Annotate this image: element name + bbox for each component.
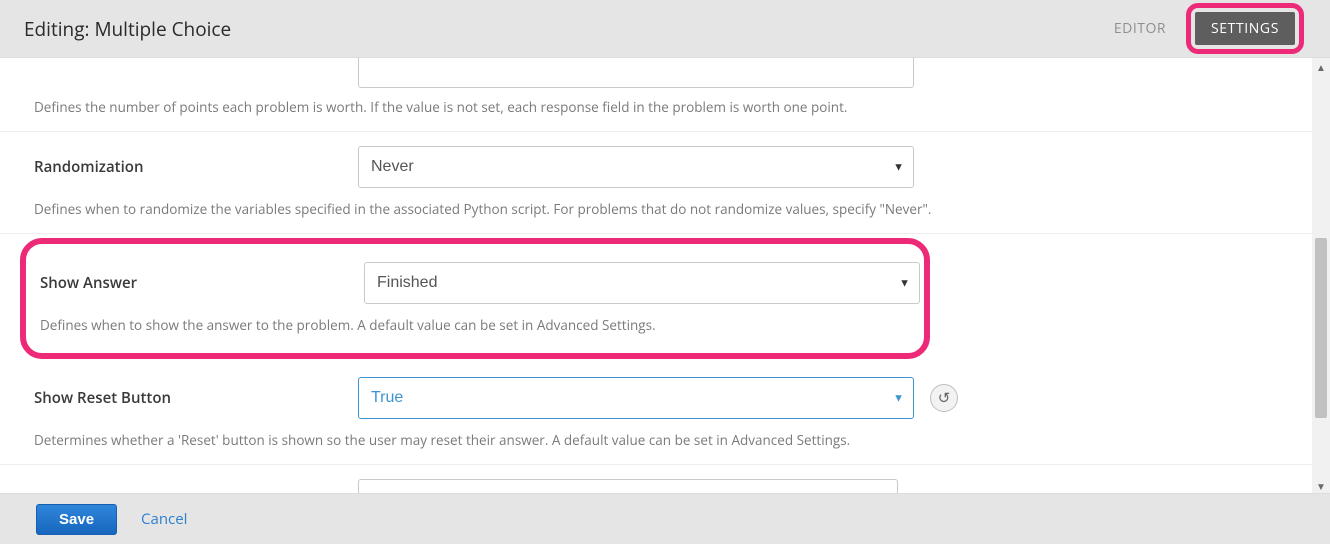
next-input-partial[interactable] bbox=[358, 479, 898, 493]
scrollbar-thumb[interactable] bbox=[1315, 238, 1327, 418]
save-button[interactable]: Save bbox=[36, 504, 117, 535]
problem-weight-input[interactable] bbox=[358, 58, 914, 88]
show-answer-select-wrap: Finished ▼ bbox=[364, 262, 920, 304]
show-reset-select[interactable]: True bbox=[358, 377, 914, 419]
randomization-help: Defines when to randomize the variables … bbox=[34, 200, 1298, 219]
randomization-label: Randomization bbox=[34, 157, 358, 177]
show-answer-label: Show Answer bbox=[40, 273, 364, 293]
tab-group: EDITOR SETTINGS bbox=[1114, 3, 1308, 54]
setting-next-partial bbox=[0, 465, 1312, 493]
highlight-show-answer: Show Answer Finished ▼ Defines when to s… bbox=[20, 238, 930, 359]
scrollbar-vertical[interactable]: ▲ ▼ bbox=[1312, 58, 1330, 493]
setting-show-answer: Show Answer Finished ▼ Defines when to s… bbox=[0, 238, 1312, 359]
bottom-bar: Save Cancel bbox=[0, 493, 1330, 544]
setting-show-reset: Show Reset Button True ▼ ↺ Determines wh… bbox=[0, 363, 1312, 465]
scroll-up-icon[interactable]: ▲ bbox=[1315, 60, 1327, 72]
tab-settings[interactable]: SETTINGS bbox=[1195, 12, 1295, 45]
setting-randomization: Randomization Never ▼ Defines when to ra… bbox=[0, 132, 1312, 234]
undo-icon: ↺ bbox=[938, 388, 951, 408]
show-answer-select[interactable]: Finished bbox=[364, 262, 920, 304]
randomization-select[interactable]: Never bbox=[358, 146, 914, 188]
problem-weight-help: Defines the number of points each proble… bbox=[34, 98, 1298, 117]
show-reset-select-wrap: True ▼ bbox=[358, 377, 914, 419]
highlight-settings-tab: SETTINGS bbox=[1186, 3, 1304, 54]
show-reset-help: Determines whether a 'Reset' button is s… bbox=[34, 431, 1298, 450]
show-reset-label: Show Reset Button bbox=[34, 388, 358, 408]
tab-editor[interactable]: EDITOR bbox=[1114, 19, 1166, 38]
top-bar: Editing: Multiple Choice EDITOR SETTINGS bbox=[0, 0, 1330, 57]
content-area: Defines the number of points each proble… bbox=[0, 57, 1330, 493]
scroll-down-icon[interactable]: ▼ bbox=[1315, 479, 1327, 491]
setting-problem-weight: Defines the number of points each proble… bbox=[0, 58, 1312, 132]
settings-list: Defines the number of points each proble… bbox=[0, 58, 1312, 493]
randomization-select-wrap: Never ▼ bbox=[358, 146, 914, 188]
settings-panel: Defines the number of points each proble… bbox=[0, 58, 1312, 493]
page-title: Editing: Multiple Choice bbox=[24, 16, 231, 42]
cancel-button[interactable]: Cancel bbox=[141, 509, 187, 529]
reset-to-default-button[interactable]: ↺ bbox=[930, 384, 958, 412]
show-answer-help: Defines when to show the answer to the p… bbox=[40, 316, 910, 335]
problem-weight-label bbox=[34, 58, 358, 77]
